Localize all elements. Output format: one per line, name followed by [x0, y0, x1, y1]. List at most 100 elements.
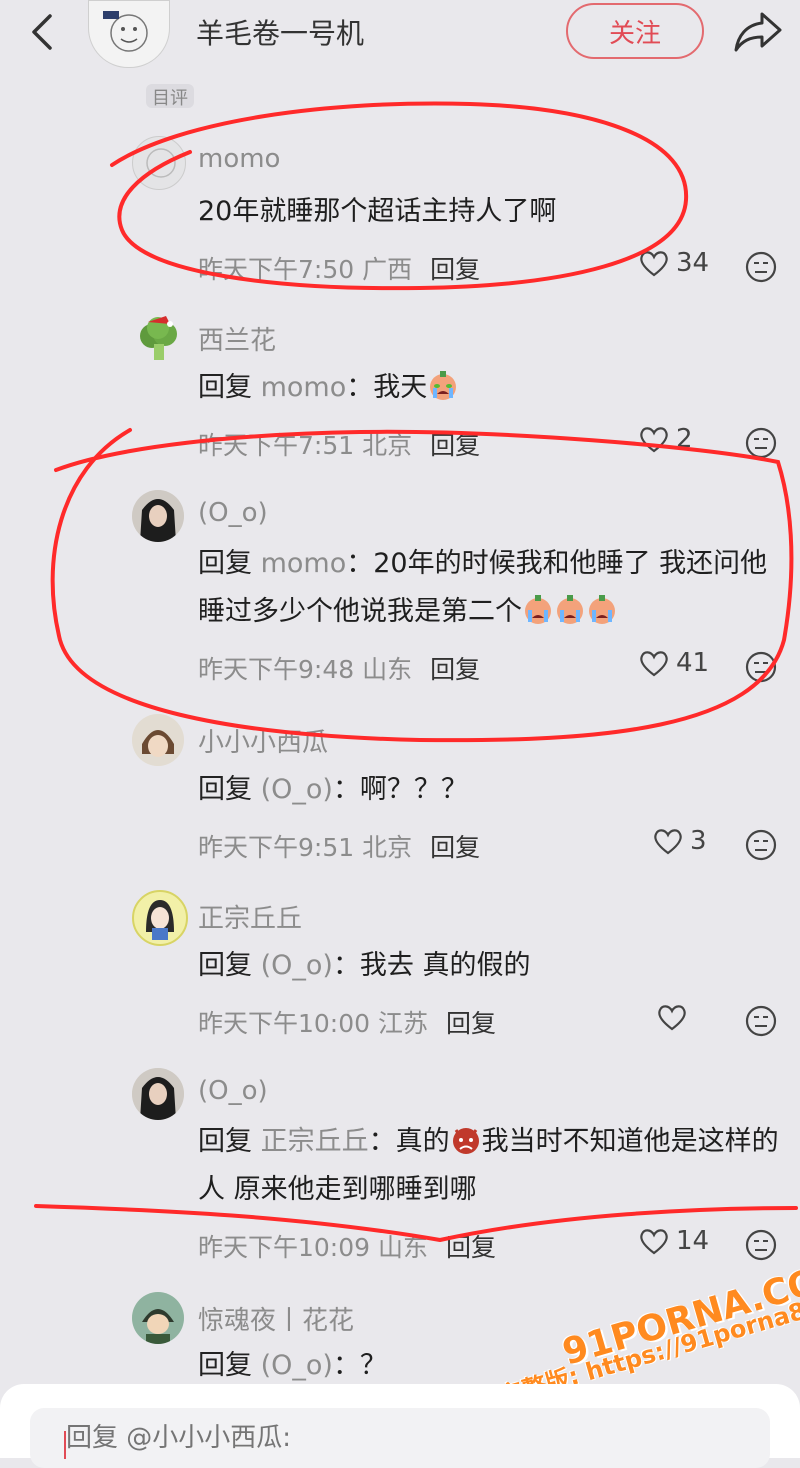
- like-button[interactable]: [656, 1002, 688, 1032]
- reply-target[interactable]: 正宗丘丘: [261, 1126, 369, 1157]
- reply-prefix: 回复: [198, 1126, 252, 1157]
- comment-meta: 昨天下午9:48 山东 回复: [198, 650, 480, 686]
- section-label: 目评: [146, 84, 194, 108]
- comment-meta: 昨天下午7:51 北京 回复: [198, 426, 480, 462]
- comment-text: 回复 momo：20年的时候我和他睡了 我还问他睡过多少个他说我是第二个: [198, 540, 788, 636]
- reply-button[interactable]: 回复: [430, 833, 480, 862]
- avatar[interactable]: [132, 490, 184, 542]
- reply-target[interactable]: (O_o): [261, 774, 333, 805]
- back-arrow-icon[interactable]: [24, 10, 60, 54]
- avatar[interactable]: [132, 890, 188, 946]
- like-count: 14: [676, 1226, 710, 1256]
- dislike-face-icon[interactable]: [744, 426, 778, 460]
- heart-icon: [654, 829, 682, 855]
- comment-time: 昨天下午10:00 江苏: [198, 1009, 428, 1038]
- reply-prefix: 回复: [198, 548, 252, 579]
- heart-icon: [640, 251, 668, 277]
- heart-icon: [640, 651, 668, 677]
- like-button[interactable]: 14: [638, 1226, 709, 1256]
- crying-emoji-icon: [525, 595, 551, 624]
- crying-emoji-icon: [430, 371, 457, 400]
- like-button[interactable]: 3: [652, 826, 707, 856]
- page-title: 羊毛卷一号机: [196, 17, 365, 50]
- comment-meta: 昨天下午10:00 江苏 回复: [198, 1004, 496, 1040]
- dislike-face-icon[interactable]: [744, 1228, 778, 1262]
- comment-author[interactable]: momo: [198, 144, 280, 174]
- comment-meta: 昨天下午7:50 广西 回复: [198, 250, 480, 286]
- comment-author[interactable]: 正宗丘丘: [198, 898, 302, 935]
- reply-prefix: 回复: [198, 950, 252, 981]
- comment-body: ：真的: [368, 1126, 450, 1157]
- like-count: 41: [676, 648, 710, 678]
- reply-prefix: 回复: [198, 774, 252, 805]
- top-bar: 羊毛卷一号机 关注: [0, 0, 800, 68]
- comment-meta: 昨天下午9:51 北京 回复: [198, 828, 480, 864]
- avatar[interactable]: [132, 136, 186, 190]
- like-count: 2: [676, 424, 693, 454]
- reply-target[interactable]: momo: [261, 372, 347, 403]
- sketch-avatar-icon: [146, 148, 176, 178]
- comment-body: ：啊？？？: [332, 774, 468, 805]
- comment-time: 昨天下午10:09 山东: [198, 1233, 428, 1262]
- crying-emoji-icon: [557, 595, 583, 624]
- child-avatar-icon: [132, 714, 184, 766]
- comment-body: ：我天: [346, 372, 428, 403]
- reply-panel: [0, 1384, 800, 1468]
- dislike-face-icon[interactable]: [744, 828, 778, 862]
- comment-meta: 昨天下午10:09 山东 回复: [198, 1228, 496, 1264]
- comment-text: 回复 momo：我天: [198, 364, 788, 412]
- like-count: 34: [676, 248, 710, 278]
- reply-button[interactable]: 回复: [430, 655, 480, 684]
- like-button[interactable]: 34: [638, 248, 709, 278]
- anime-avatar-icon: [132, 1292, 184, 1344]
- reply-prefix: 回复: [198, 1350, 252, 1381]
- like-button[interactable]: 41: [638, 648, 709, 678]
- reply-prefix: 回复: [198, 372, 252, 403]
- broccoli-avatar-icon: [140, 316, 177, 360]
- heart-icon: [640, 1229, 668, 1255]
- reply-button[interactable]: 回复: [430, 431, 480, 460]
- comment-text: 回复 正宗丘丘：真的 我当时不知道他是这样的人 原来他走到哪睡到哪: [198, 1118, 788, 1214]
- share-icon[interactable]: [732, 8, 784, 54]
- angry-emoji-icon: [452, 1128, 479, 1154]
- reply-target[interactable]: (O_o): [261, 1350, 333, 1381]
- comment-text: 回复 (O_o)：啊？？？: [198, 766, 788, 814]
- heart-icon: [640, 427, 668, 453]
- comment-time: 昨天下午7:50 广西: [198, 255, 413, 284]
- avatar[interactable]: [132, 312, 184, 364]
- dislike-face-icon[interactable]: [744, 650, 778, 684]
- dislike-face-icon[interactable]: [744, 250, 778, 284]
- comment-author[interactable]: 惊魂夜丨花花: [198, 1300, 354, 1337]
- like-count: 3: [690, 826, 707, 856]
- sketch-avatar-icon: [103, 11, 148, 52]
- comment-time: 昨天下午9:48 山东: [198, 655, 413, 684]
- reply-button[interactable]: 回复: [430, 255, 480, 284]
- cartoon-girl-avatar-icon: [146, 900, 174, 940]
- avatar[interactable]: [132, 714, 184, 766]
- comment-body: ：我去 真的假的: [332, 950, 531, 981]
- reply-target[interactable]: momo: [261, 548, 347, 579]
- comment-author[interactable]: (O_o): [198, 1076, 268, 1106]
- comment-text: 回复 (O_o)：我去 真的假的: [198, 942, 788, 990]
- person-avatar-icon: [132, 490, 184, 542]
- text-caret: [64, 1431, 66, 1459]
- avatar[interactable]: [132, 1292, 184, 1344]
- comment-author[interactable]: 小小小西瓜: [198, 722, 328, 759]
- crying-emoji-icon: [589, 595, 615, 624]
- avatar[interactable]: [132, 1068, 184, 1120]
- reply-target[interactable]: (O_o): [261, 950, 333, 981]
- person-avatar-icon: [132, 1068, 184, 1120]
- comment-time: 昨天下午9:51 北京: [198, 833, 413, 862]
- follow-button[interactable]: 关注: [566, 3, 704, 59]
- reply-button[interactable]: 回复: [446, 1009, 496, 1038]
- comment-text: 20年就睡那个超话主持人了啊: [198, 196, 557, 227]
- comment-author[interactable]: 西兰花: [198, 320, 276, 357]
- reply-button[interactable]: 回复: [446, 1233, 496, 1262]
- comment-time: 昨天下午7:51 北京: [198, 431, 413, 460]
- comment-author[interactable]: (O_o): [198, 498, 268, 528]
- reply-input[interactable]: [30, 1408, 770, 1468]
- like-button[interactable]: 2: [638, 424, 693, 454]
- author-avatar[interactable]: [88, 0, 170, 68]
- dislike-face-icon[interactable]: [744, 1004, 778, 1038]
- heart-icon: [658, 1005, 686, 1031]
